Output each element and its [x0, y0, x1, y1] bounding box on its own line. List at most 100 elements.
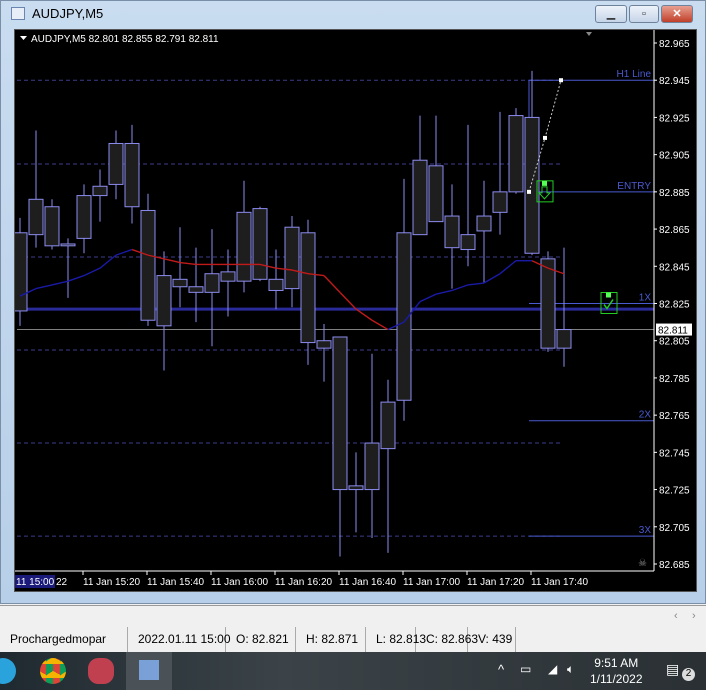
- power-icon[interactable]: ▭: [520, 662, 531, 676]
- price-tick-label: 82.865: [659, 225, 690, 236]
- metatrader-icon: [139, 660, 159, 680]
- price-tick-label: 82.905: [659, 151, 690, 162]
- candle-body: [380, 401, 396, 450]
- candle-body: [108, 142, 124, 185]
- moving-average-segment: [67, 274, 85, 282]
- telegram-icon[interactable]: [0, 658, 16, 684]
- moving-average-segment: [371, 319, 389, 331]
- time-tick-label: 11 Jan 17:20: [467, 577, 525, 588]
- moving-average-segment: [51, 280, 69, 286]
- time-label-first: 11 15:00: [16, 577, 55, 588]
- level-label: H1 Line: [617, 69, 652, 80]
- chart-header: AUDJPY,M5 82.801 82.855 82.791 82.811: [31, 34, 219, 45]
- candle-body: [15, 232, 28, 312]
- chart-window-icon: [11, 7, 25, 20]
- status-close: C: 82.863: [416, 627, 478, 652]
- scroll-right-icon[interactable]: ›: [692, 610, 696, 622]
- expert-icon: ☠: [638, 558, 647, 569]
- system-clock[interactable]: 9:51 AM 1/11/2022: [590, 655, 643, 687]
- moving-average-segment: [323, 275, 341, 293]
- restore-button[interactable]: ▫: [629, 5, 659, 23]
- taskbar-metatrader-active[interactable]: [126, 652, 172, 690]
- candle-body: [252, 208, 268, 280]
- candle-body: [220, 271, 236, 282]
- volume-icon[interactable]: 🔈︎: [567, 662, 574, 677]
- moving-average-segment: [35, 284, 53, 290]
- trend-line-handle[interactable]: [527, 189, 531, 194]
- candle-body: [540, 258, 556, 349]
- window-title: AUDJPY,M5: [32, 6, 104, 21]
- horizontal-scroll[interactable]: ‹ ›: [0, 605, 706, 627]
- candle-body: [236, 211, 252, 282]
- candle-body: [332, 336, 348, 491]
- candle-body: [364, 442, 380, 491]
- moving-average-segment: [83, 267, 101, 277]
- chrome-icon[interactable]: [40, 658, 66, 684]
- sell-arrow-icon: [537, 186, 552, 200]
- moving-average-segment: [339, 291, 357, 310]
- price-tick-label: 82.725: [659, 486, 690, 497]
- candle-body: [44, 206, 60, 247]
- chart-window: AUDJPY,M5 ▁ ▫ ✕ H1 Line ENTRY 1X 2X 3X 82.965…: [0, 0, 706, 604]
- candle-body: [428, 165, 444, 223]
- candle-body: [60, 243, 76, 247]
- notifications-icon[interactable]: ▤: [666, 661, 679, 678]
- moving-average-segment: [115, 248, 133, 256]
- time-tick-label: 11 Jan 17:00: [403, 577, 461, 588]
- price-tick-label: 82.965: [659, 39, 690, 50]
- status-volume: V: 439: [468, 627, 516, 652]
- show-hidden-icons-icon[interactable]: ^: [498, 662, 504, 677]
- shift-marker-icon[interactable]: [586, 32, 592, 36]
- minimize-button[interactable]: ▁: [595, 5, 627, 23]
- candle-body: [508, 115, 524, 193]
- title-bar[interactable]: AUDJPY,M5 ▁ ▫ ✕: [1, 1, 706, 28]
- trend-line-handle[interactable]: [559, 78, 563, 83]
- level-label: 1X: [639, 293, 652, 304]
- price-chart[interactable]: H1 Line ENTRY 1X 2X 3X 82.965 82.945 82.925 82.9…: [14, 29, 697, 592]
- close-button[interactable]: ✕: [661, 5, 693, 23]
- candle-body: [188, 286, 204, 293]
- moving-average-segment: [435, 289, 453, 295]
- status-profile: Prochargedmopar: [0, 627, 128, 652]
- wifi-icon[interactable]: ◢: [548, 662, 557, 676]
- status-low: L: 82.813: [366, 627, 426, 652]
- header-dropdown-icon[interactable]: [20, 36, 27, 40]
- price-tick-label: 82.745: [659, 448, 690, 459]
- current-price-label: 82.811: [658, 326, 688, 337]
- candle-body: [92, 185, 108, 197]
- candle-body: [172, 278, 188, 288]
- candle-body: [268, 278, 284, 291]
- moving-average-segment: [499, 260, 517, 275]
- candle-body: [156, 275, 172, 327]
- scroll-left-icon[interactable]: ‹: [674, 610, 678, 622]
- price-tick-label: 82.845: [659, 262, 690, 273]
- candle-body: [348, 485, 364, 491]
- chart-canvas[interactable]: H1 Line ENTRY 1X 2X 3X 82.965 82.945 82.925 82.9…: [15, 30, 698, 593]
- price-tick-label: 82.825: [659, 300, 690, 311]
- candle-body: [412, 159, 428, 236]
- moving-average-segment: [451, 284, 469, 292]
- taskbar: ^ ▭ ◢ 🔈︎ 9:51 AM 1/11/2022 ▤ 2: [0, 652, 706, 690]
- level-label: ENTRY: [617, 181, 651, 192]
- check-signal-handle[interactable]: [606, 292, 611, 298]
- time-tick-label: 11 Jan 16:40: [339, 577, 397, 588]
- price-tick-label: 82.785: [659, 374, 690, 385]
- status-open: O: 82.821: [226, 627, 296, 652]
- clock-date: 1/11/2022: [590, 672, 643, 686]
- time-label-first-rest: 22: [56, 577, 68, 588]
- moving-average-segment: [467, 282, 485, 286]
- candle-body: [444, 215, 460, 249]
- candle-body: [76, 195, 92, 239]
- level-label: 3X: [639, 525, 652, 536]
- candle-body: [204, 273, 220, 293]
- snipping-tool-icon[interactable]: [88, 658, 114, 684]
- candle-body: [556, 329, 572, 349]
- candle-body: [460, 234, 476, 251]
- trend-line-handle[interactable]: [543, 135, 547, 140]
- clock-time: 9:51 AM: [594, 656, 639, 670]
- status-bar: Prochargedmopar 2022.01.11 15:00 O: 82.8…: [0, 627, 706, 652]
- time-tick-label: 11 Jan 15:40: [147, 577, 205, 588]
- status-datetime: 2022.01.11 15:00: [128, 627, 231, 652]
- candle-body: [140, 209, 156, 321]
- sell-signal-handle[interactable]: [542, 180, 547, 186]
